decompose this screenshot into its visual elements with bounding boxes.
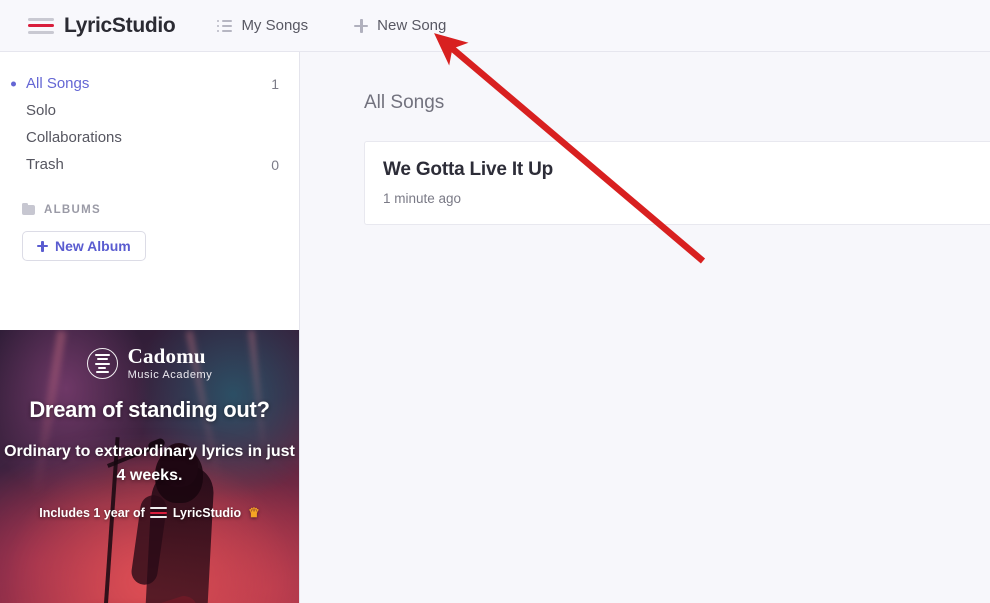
sidebar-nav-list: All Songs 1 Solo Collaborations Trash 0 bbox=[0, 52, 299, 178]
nav-my-songs[interactable]: My Songs bbox=[217, 17, 308, 34]
promo-includes-prefix: Includes 1 year of bbox=[39, 505, 145, 520]
app-root: LyricStudio My Songs New Song All Songs … bbox=[0, 0, 990, 603]
main-content: All Songs We Gotta Live It Up 1 minute a… bbox=[300, 52, 990, 603]
top-navigation-bar: LyricStudio My Songs New Song bbox=[0, 0, 990, 52]
sidebar-item-trash-label: Trash bbox=[26, 156, 64, 173]
lyricstudio-logo-icon bbox=[149, 507, 167, 519]
promo-subline: Ordinary to extraordinary lyrics in just… bbox=[4, 443, 295, 484]
albums-section-title: ALBUMS bbox=[44, 204, 101, 216]
song-timestamp: 1 minute ago bbox=[383, 191, 462, 206]
sidebar-item-trash[interactable]: Trash 0 bbox=[0, 151, 299, 178]
promo-includes-brand: LyricStudio bbox=[172, 505, 242, 520]
new-album-button-label: New Album bbox=[55, 238, 131, 254]
lyricstudio-logo-icon bbox=[28, 17, 54, 34]
promo-content: Cadomu Music Academy Dream of standing o… bbox=[0, 330, 299, 603]
folder-icon bbox=[22, 202, 35, 215]
promo-includes-line: Includes 1 year of LyricStudio ♛ bbox=[0, 505, 299, 521]
sidebar-item-all-songs-label: All Songs bbox=[26, 75, 90, 92]
brand-logo[interactable]: LyricStudio bbox=[28, 13, 176, 38]
sidebar-item-solo[interactable]: Solo bbox=[0, 97, 299, 124]
plus-icon bbox=[354, 18, 369, 33]
sidebar-item-collaborations[interactable]: Collaborations bbox=[0, 124, 299, 151]
sidebar-item-trash-count: 0 bbox=[271, 156, 279, 173]
albums-section-header: ALBUMS bbox=[0, 202, 299, 216]
cadomu-brand-name: Cadomu bbox=[127, 344, 206, 368]
page-title: All Songs bbox=[364, 92, 445, 113]
promo-headline: Dream of standing out? bbox=[29, 397, 270, 423]
song-title: We Gotta Live It Up bbox=[383, 159, 554, 180]
active-bullet-icon bbox=[11, 81, 16, 86]
nav-my-songs-label: My Songs bbox=[241, 17, 309, 34]
cadomu-brand-subtitle: Music Academy bbox=[127, 369, 213, 382]
sidebar-item-solo-label: Solo bbox=[26, 102, 57, 119]
sidebar: All Songs 1 Solo Collaborations Trash 0 … bbox=[0, 52, 300, 603]
new-album-button[interactable]: New Album bbox=[22, 231, 146, 261]
promo-banner[interactable]: Cadomu Music Academy Dream of standing o… bbox=[0, 330, 299, 603]
crown-icon: ♛ bbox=[248, 504, 260, 520]
nav-new-song-label: New Song bbox=[377, 17, 447, 34]
cadomu-circle-icon bbox=[86, 348, 118, 380]
sidebar-item-all-songs-count: 1 bbox=[271, 75, 279, 92]
sidebar-item-collaborations-label: Collaborations bbox=[26, 129, 122, 146]
song-list-item[interactable]: We Gotta Live It Up 1 minute ago bbox=[364, 141, 990, 225]
nav-new-song[interactable]: New Song bbox=[354, 17, 446, 34]
plus-icon bbox=[37, 240, 48, 252]
brand-name-label: LyricStudio bbox=[64, 13, 176, 37]
list-icon bbox=[217, 19, 233, 32]
cadomu-logo: Cadomu Music Academy bbox=[0, 344, 299, 382]
sidebar-item-all-songs[interactable]: All Songs 1 bbox=[0, 70, 299, 97]
